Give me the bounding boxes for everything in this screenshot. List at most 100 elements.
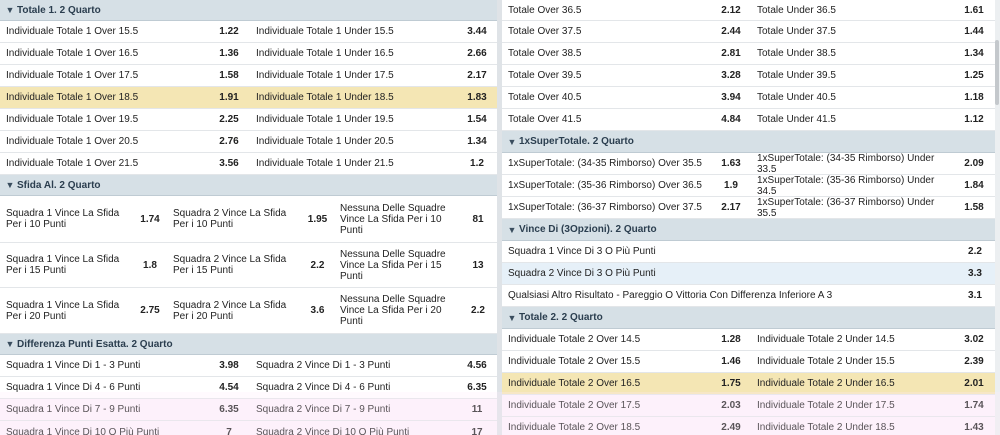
selection-b[interactable]: Squadra 2 Vince La Sfida Per i 15 Punti 2… xyxy=(167,243,334,287)
selection-over[interactable]: 1xSuperTotale: (34-35 Rimborso) Over 35.… xyxy=(502,153,751,174)
odds-value[interactable]: 1.84 xyxy=(953,175,995,196)
odds-value[interactable]: 1.28 xyxy=(711,329,751,350)
odds-value[interactable]: 4.84 xyxy=(711,109,751,130)
selection-over[interactable]: Individuale Totale 2 Over 16.5 1.75 xyxy=(502,373,751,394)
selection-under[interactable]: Individuale Totale 1 Under 16.5 2.66 xyxy=(250,43,497,64)
odds-value[interactable]: 3.3 xyxy=(955,263,995,284)
odds-value[interactable]: 17 xyxy=(457,421,497,435)
selection-over[interactable]: Totale Over 36.5 2.12 xyxy=(502,0,751,20)
odds-value[interactable]: 2.49 xyxy=(711,417,751,435)
selection-under[interactable]: Totale Under 39.5 1.25 xyxy=(751,65,995,86)
selection-under[interactable]: Individuale Totale 2 Under 18.5 1.43 xyxy=(751,417,995,435)
odds-value[interactable]: 2.17 xyxy=(457,65,497,86)
odds-value[interactable]: 6.35 xyxy=(208,399,250,420)
selection-under[interactable]: Individuale Totale 1 Under 20.5 1.34 xyxy=(250,131,497,152)
market-header-vince-di[interactable]: ▼ Vince Di (3Opzioni). 2 Quarto xyxy=(502,219,995,241)
odds-value[interactable]: 1.75 xyxy=(711,373,751,394)
odds-value[interactable]: 1.46 xyxy=(711,351,751,372)
odds-value[interactable]: 2.2 xyxy=(459,288,497,333)
selection-under[interactable]: Individuale Totale 1 Under 21.5 1.2 xyxy=(250,153,497,174)
odds-value[interactable]: 2.12 xyxy=(711,0,751,20)
selection-over[interactable]: Individuale Totale 1 Over 17.5 1.58 xyxy=(0,65,250,86)
odds-value[interactable]: 4.54 xyxy=(208,377,250,398)
selection-under[interactable]: 1xSuperTotale: (35-36 Rimborso) Under 34… xyxy=(751,175,995,196)
odds-value[interactable]: 3.44 xyxy=(457,21,497,42)
chevron-down-icon[interactable]: ▼ xyxy=(505,137,519,147)
selection-under[interactable]: Individuale Totale 2 Under 17.5 1.74 xyxy=(751,395,995,416)
odds-value[interactable]: 1.2 xyxy=(457,153,497,174)
selection-over[interactable]: Individuale Totale 2 Over 14.5 1.28 xyxy=(502,329,751,350)
chevron-down-icon[interactable]: ▼ xyxy=(3,339,17,349)
market-row[interactable]: Squadra 1 Vince Di 3 O Più Punti 2.2 xyxy=(502,241,995,263)
market-row[interactable]: Qualsiasi Altro Risultato - Pareggio O V… xyxy=(502,285,995,307)
odds-value[interactable]: 6.35 xyxy=(457,377,497,398)
odds-value[interactable]: 81 xyxy=(459,196,497,242)
odds-value[interactable]: 1.83 xyxy=(457,87,497,108)
odds-value[interactable]: 3.02 xyxy=(953,329,995,350)
odds-value[interactable]: 1.95 xyxy=(301,196,334,242)
odds-value[interactable]: 3.98 xyxy=(208,355,250,376)
odds-value[interactable]: 1.54 xyxy=(457,109,497,130)
odds-value[interactable]: 3.56 xyxy=(208,153,250,174)
odds-value[interactable]: 13 xyxy=(459,243,497,287)
selection-under[interactable]: Totale Under 41.5 1.12 xyxy=(751,109,995,130)
odds-value[interactable]: 1.12 xyxy=(953,109,995,130)
selection-over[interactable]: 1xSuperTotale: (36-37 Rimborso) Over 37.… xyxy=(502,197,751,218)
chevron-down-icon[interactable]: ▼ xyxy=(505,225,519,235)
selection-under[interactable]: Individuale Totale 1 Under 17.5 2.17 xyxy=(250,65,497,86)
odds-value[interactable]: 7 xyxy=(208,421,250,435)
selection-over[interactable]: Individuale Totale 1 Over 16.5 1.36 xyxy=(0,43,250,64)
selection-b[interactable]: Squadra 2 Vince La Sfida Per i 20 Punti 3… xyxy=(167,288,334,333)
scrollbar-thumb[interactable] xyxy=(995,40,999,105)
odds-value[interactable]: 1.58 xyxy=(208,65,250,86)
odds-value[interactable]: 1.25 xyxy=(953,65,995,86)
odds-value[interactable]: 2.2 xyxy=(301,243,334,287)
odds-value[interactable]: 3.94 xyxy=(711,87,751,108)
selection-over[interactable]: Squadra 1 Vince Di 7 - 9 Punti 6.35 xyxy=(0,399,250,420)
selection-a[interactable]: Squadra 1 Vince La Sfida Per i 15 Punti 1… xyxy=(0,243,167,287)
market-header-totale-1[interactable]: ▼ Totale 1. 2 Quarto xyxy=(0,0,497,21)
market-header-sfida[interactable]: ▼ Sfida Al. 2 Quarto xyxy=(0,175,497,196)
selection-over[interactable]: Individuale Totale 1 Over 20.5 2.76 xyxy=(0,131,250,152)
selection-c[interactable]: Nessuna Delle Squadre Vince La Sfida Per… xyxy=(334,243,497,287)
odds-value[interactable]: 1.63 xyxy=(711,153,751,174)
odds-value[interactable]: 1.58 xyxy=(953,197,995,218)
chevron-down-icon[interactable]: ▼ xyxy=(3,5,17,15)
selection-over[interactable]: Totale Over 41.5 4.84 xyxy=(502,109,751,130)
selection-over[interactable]: Individuale Totale 2 Over 15.5 1.46 xyxy=(502,351,751,372)
selection-over[interactable]: Individuale Totale 1 Over 19.5 2.25 xyxy=(0,109,250,130)
selection-under[interactable]: Squadra 2 Vince Di 10 O Più Punti 17 xyxy=(250,421,497,435)
selection-over[interactable]: Totale Over 37.5 2.44 xyxy=(502,21,751,42)
odds-value[interactable]: 2.75 xyxy=(133,288,167,333)
selection-under[interactable]: 1xSuperTotale: (34-35 Rimborso) Under 33… xyxy=(751,153,995,174)
odds-value[interactable]: 3.6 xyxy=(301,288,334,333)
selection-under[interactable]: Individuale Totale 2 Under 14.5 3.02 xyxy=(751,329,995,350)
selection-c[interactable]: Nessuna Delle Squadre Vince La Sfida Per… xyxy=(334,196,497,242)
odds-value[interactable]: 1.36 xyxy=(208,43,250,64)
odds-value[interactable]: 2.17 xyxy=(711,197,751,218)
chevron-down-icon[interactable]: ▼ xyxy=(505,313,519,323)
market-header-totale-2[interactable]: ▼ Totale 2. 2 Quarto xyxy=(502,307,995,329)
odds-value[interactable]: 2.09 xyxy=(953,153,995,174)
odds-value[interactable]: 1.91 xyxy=(208,87,250,108)
selection-under[interactable]: Individuale Totale 1 Under 18.5 1.83 xyxy=(250,87,497,108)
odds-value[interactable]: 1.34 xyxy=(457,131,497,152)
selection-over[interactable]: Totale Over 38.5 2.81 xyxy=(502,43,751,64)
selection-b[interactable]: Squadra 2 Vince La Sfida Per i 10 Punti 1… xyxy=(167,196,334,242)
selection-over[interactable]: Totale Over 40.5 3.94 xyxy=(502,87,751,108)
odds-value[interactable]: 3.28 xyxy=(711,65,751,86)
selection-over[interactable]: 1xSuperTotale: (35-36 Rimborso) Over 36.… xyxy=(502,175,751,196)
odds-value[interactable]: 1.9 xyxy=(711,175,751,196)
scrollbar[interactable] xyxy=(995,0,1000,435)
selection-under[interactable]: Squadra 2 Vince Di 4 - 6 Punti 6.35 xyxy=(250,377,497,398)
selection-over[interactable]: Squadra 1 Vince Di 4 - 6 Punti 4.54 xyxy=(0,377,250,398)
selection-over[interactable]: Individuale Totale 2 Over 17.5 2.03 xyxy=(502,395,751,416)
selection-over[interactable]: Individuale Totale 1 Over 21.5 3.56 xyxy=(0,153,250,174)
chevron-down-icon[interactable]: ▼ xyxy=(3,180,17,190)
odds-value[interactable]: 4.56 xyxy=(457,355,497,376)
selection-under[interactable]: Individuale Totale 1 Under 15.5 3.44 xyxy=(250,21,497,42)
selection-under[interactable]: Totale Under 38.5 1.34 xyxy=(751,43,995,64)
odds-value[interactable]: 2.39 xyxy=(953,351,995,372)
selection-over[interactable]: Squadra 1 Vince Di 10 O Più Punti 7 xyxy=(0,421,250,435)
odds-value[interactable]: 2.66 xyxy=(457,43,497,64)
